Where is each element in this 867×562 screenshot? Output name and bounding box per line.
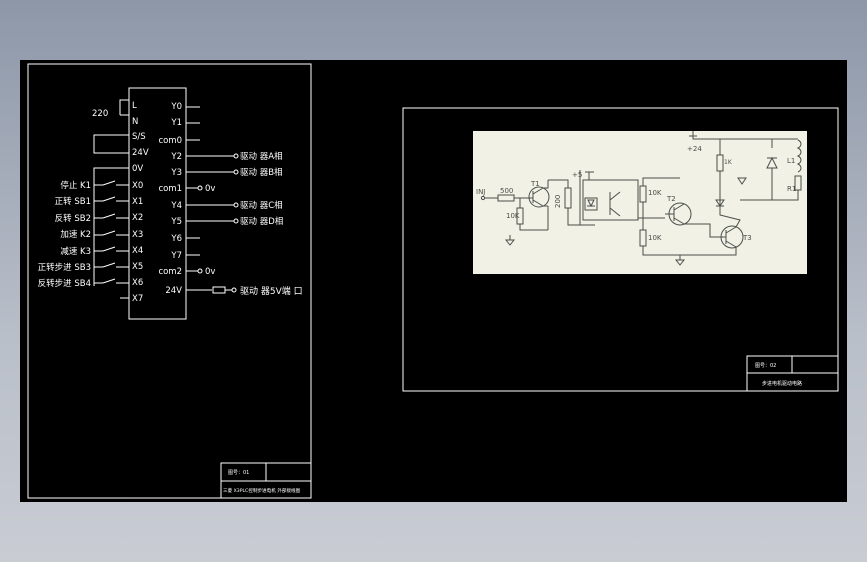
supply-label: 220	[92, 109, 108, 119]
left-sheet-number: 图号：01	[228, 470, 249, 476]
out-5v-port: 驱动 器5V端 口	[240, 285, 303, 297]
plc-output-labels: Y0 Y1 com0 Y2 Y3 com1 Y4 Y5 Y6 Y7 com2 24V	[158, 102, 182, 296]
out-ov-1: 0v	[205, 184, 215, 194]
plc-input-label: 24V	[132, 148, 149, 158]
plc-input-label: X5	[132, 262, 143, 272]
cad-drawing-canvas: 220 L N S/S 24V 0V X0 X1 X2 X3 X4 X5 X6 X7 Y0 Y1 com0 Y…	[20, 60, 847, 502]
label-rk: 1K	[724, 159, 733, 166]
label-plus24: +24	[687, 145, 702, 153]
switch-rungs	[94, 180, 129, 284]
plc-output-label: Y4	[170, 201, 182, 211]
switch-label: 反转步进 SB4	[38, 278, 91, 289]
left-sheet-labels: 220 LNS/S24V0VX0X1X2X3X4X5X6X7 Y0Y1com0Y…	[38, 101, 303, 494]
label-t2: T2	[666, 195, 676, 203]
plc-output-label: com0	[158, 136, 182, 146]
label-l1: L1	[787, 157, 795, 165]
plc-input-label: X3	[132, 230, 143, 240]
plc-output-label: Y0	[170, 102, 182, 112]
plc-output-label: com1	[158, 184, 182, 194]
plc-output-label: Y1	[170, 118, 182, 128]
label-inj: INJ	[476, 188, 485, 196]
label-r200: 200	[554, 195, 562, 208]
plc-input-label: X0	[132, 181, 143, 191]
plc-input-label: N	[132, 117, 138, 127]
out-phase-c: 驱动 器C相	[240, 200, 283, 211]
plc-input-label: X6	[132, 278, 143, 288]
out-phase-b: 驱动 器B相	[240, 167, 283, 178]
label-t3: T3	[742, 234, 752, 242]
plc-output-label: Y3	[170, 168, 182, 178]
switch-label: 正转步进 SB3	[38, 262, 91, 273]
label-plus5: +5	[572, 171, 582, 179]
plc-input-label: S/S	[132, 132, 146, 142]
plc-input-label: X1	[132, 197, 143, 207]
switch-labels: 停止 K1 正转 SB1 反转 SB2 加速 K2 减速 K3 正转步进 SB3 反转步进 …	[38, 180, 91, 289]
plc-output-label: 24V	[165, 286, 182, 296]
plc-output-label: Y7	[170, 251, 182, 261]
right-sheet-caption: 步进电机驱动电路	[762, 380, 802, 387]
plc-output-label: com2	[158, 267, 182, 277]
plc-input-label: L	[132, 101, 137, 111]
out-ov-2: 0v	[205, 267, 215, 277]
switch-label: 减速 K3	[60, 246, 91, 257]
plc-output-label: Y2	[170, 152, 182, 162]
driver-circuit-image: INJ 500 10K T1 +5 10K 10K T2 T3 +24 1K L…	[473, 131, 807, 274]
label-r10k-a: 10K	[506, 212, 520, 220]
label-r1: R1	[787, 185, 796, 193]
switch-label: 反转 SB2	[55, 213, 91, 224]
out-phase-a: 驱动 器A相	[240, 151, 283, 162]
plc-input-label: X4	[132, 246, 143, 256]
label-r10k-c: 10K	[648, 234, 662, 242]
drawing-svg: 220 LNS/S24V0VX0X1X2X3X4X5X6X7 Y0Y1com0Y…	[27, 63, 839, 499]
right-sheet-number: 图号：02	[755, 363, 776, 369]
right-sheet-labels: 图号：02 步进电机驱动电路	[755, 363, 802, 387]
label-t1: T1	[530, 180, 540, 188]
switch-label: 停止 K1	[60, 180, 91, 191]
plc-input-label: X2	[132, 213, 143, 223]
plc-input-label: X7	[132, 294, 143, 304]
plc-output-label: Y5	[170, 217, 182, 227]
plc-input-labels: LN S/S 24V 0V X0 X1 X2 X3 X4 X5 X6 X7	[132, 101, 149, 304]
plc-output-label: Y6	[170, 234, 182, 244]
switch-label: 正转 SB1	[55, 196, 91, 207]
label-r10k-b: 10K	[648, 189, 662, 197]
switch-label: 加速 K2	[60, 229, 91, 240]
out-phase-d: 驱动 器D相	[240, 216, 283, 227]
left-sheet-caption: 三菱 X3PLC控制步进电机 外部接线图	[223, 487, 301, 494]
plc-input-label: 0V	[132, 164, 143, 174]
label-r500: 500	[500, 187, 513, 195]
